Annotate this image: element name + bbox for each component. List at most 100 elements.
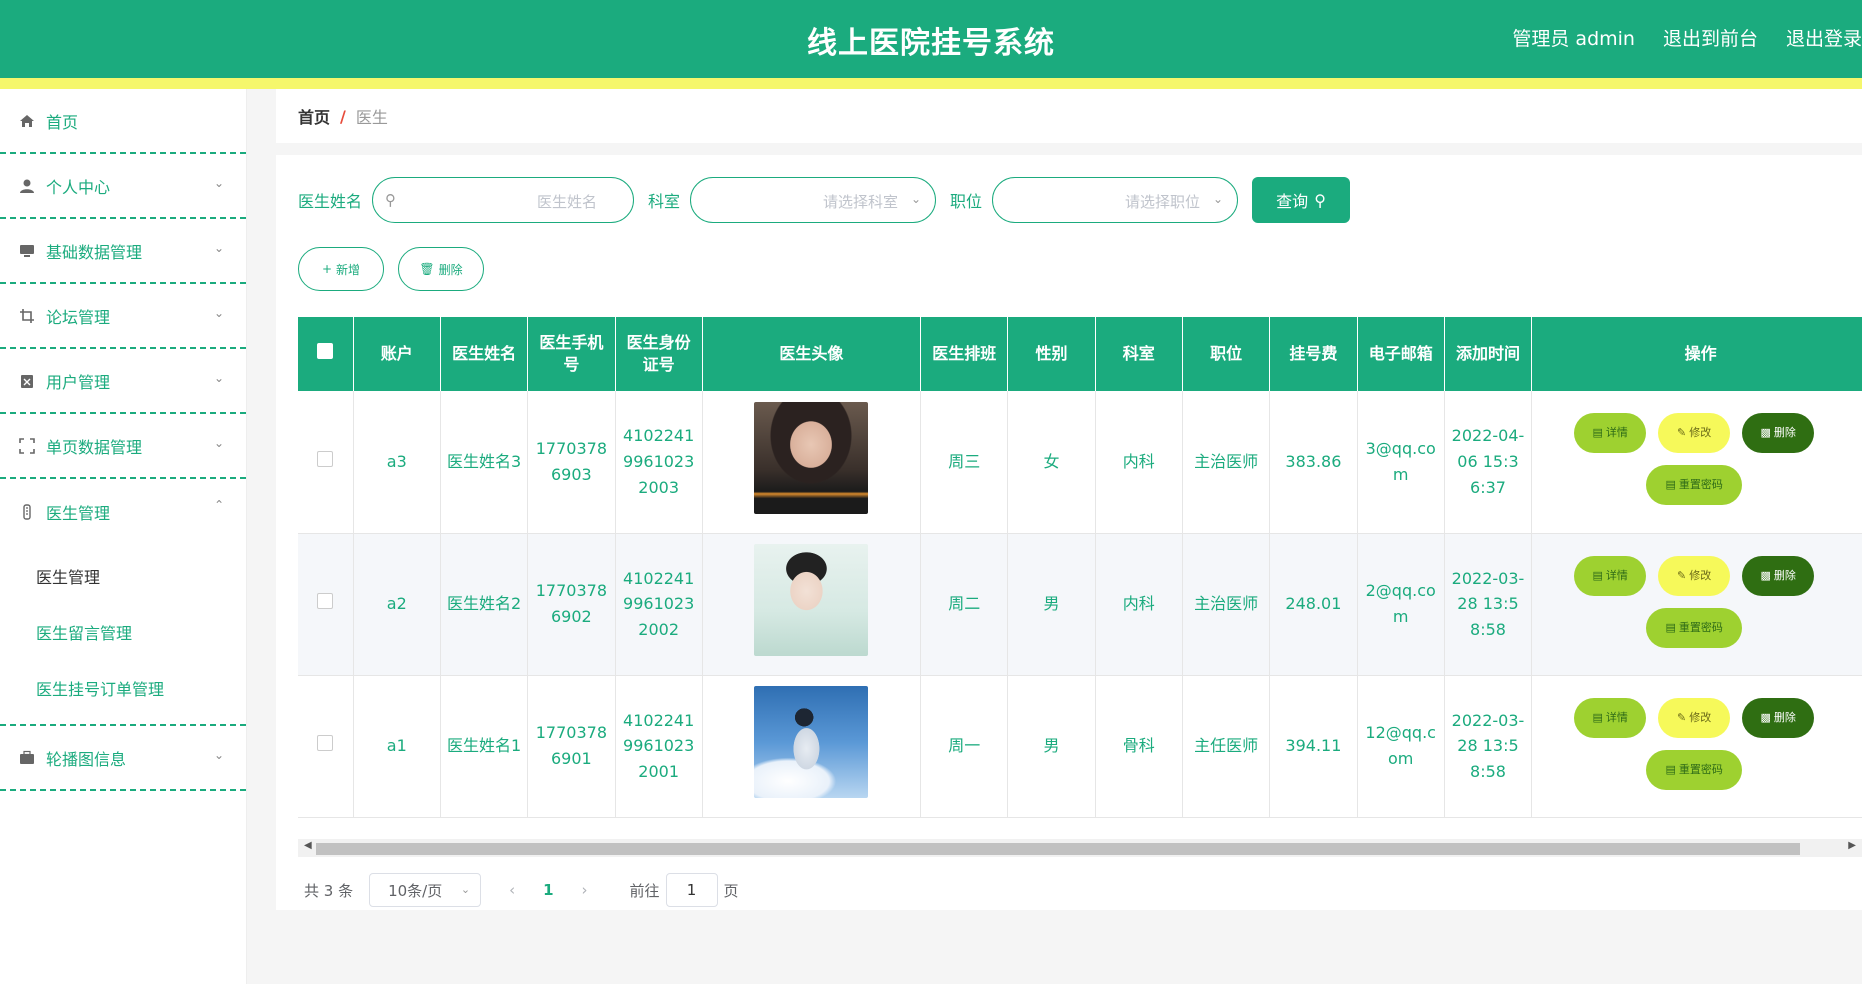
sidebar-item-single-page[interactable]: 单页数据管理 ⌄: [0, 414, 246, 479]
sidebar: 首页 个人中心 ⌄ 基础数据管理 ⌄ 论坛管理 ⌄ 用户管理 ⌄ 单页数据管理 …: [0, 89, 247, 984]
department-cell: 内科: [1095, 391, 1183, 534]
trash-icon: ▩: [1760, 568, 1771, 582]
goto-page-input[interactable]: 1: [665, 873, 718, 907]
department-select[interactable]: 请选择科室 ⌄: [690, 177, 937, 223]
gender-cell: 女: [1007, 391, 1096, 534]
select-all-checkbox[interactable]: [317, 342, 334, 359]
detail-button[interactable]: ▤ 详情: [1574, 555, 1647, 596]
search-icon: ⚲: [1314, 190, 1326, 210]
batch-delete-button[interactable]: 🗑 删除: [398, 247, 484, 291]
horizontal-scrollbar[interactable]: ◀ ▶: [298, 839, 1862, 857]
reset-password-button[interactable]: ▤ 重置密码: [1646, 465, 1743, 505]
page-number-current[interactable]: 1: [543, 881, 553, 899]
edit-label: 修改: [1689, 426, 1712, 440]
schedule-cell: 周一: [920, 675, 1009, 818]
total-count: 共 3 条: [304, 881, 354, 900]
plus-icon: +: [321, 262, 333, 276]
submenu-item-doctor-manage[interactable]: 医生管理: [0, 550, 246, 606]
delete-button[interactable]: ▩ 删除: [1742, 555, 1815, 596]
sidebar-item-label: 单页数据管理: [46, 437, 143, 457]
chevron-down-icon: ⌄: [213, 436, 224, 450]
email-cell: 2@qq.com: [1357, 533, 1445, 676]
chevron-down-icon: ⌄: [213, 306, 224, 320]
add-button[interactable]: + 新增: [298, 247, 384, 291]
edit-button[interactable]: ✎ 修改: [1658, 413, 1731, 453]
idcard-cell: 410224199610232001: [615, 675, 703, 818]
sidebar-item-label: 基础数据管理: [46, 242, 143, 262]
scrollbar-thumb[interactable]: [316, 843, 1800, 855]
logout-link[interactable]: 退出登录: [1786, 24, 1862, 51]
reset-password-button[interactable]: ▤ 重置密码: [1646, 749, 1743, 790]
column-header: 医生手机号: [527, 317, 616, 391]
query-button-label: 查询: [1276, 192, 1309, 211]
column-header: 科室: [1095, 317, 1183, 391]
breadcrumb-home[interactable]: 首页: [298, 104, 330, 128]
table-row: a3 医生姓名3 17703786903 410224199610232003 …: [298, 391, 1862, 534]
detail-label: 详情: [1605, 568, 1628, 582]
delete-button-label: 删除: [438, 262, 463, 277]
doctor-name-placeholder: 医生姓名: [537, 193, 598, 211]
row-checkbox[interactable]: [317, 450, 334, 467]
exit-to-front-link[interactable]: 退出到前台: [1663, 24, 1758, 51]
sidebar-item-basic-data[interactable]: 基础数据管理 ⌄: [0, 219, 246, 284]
scroll-right-icon[interactable]: ▶: [1848, 840, 1856, 851]
sidebar-item-doctors[interactable]: 医生管理 ⌄: [0, 479, 246, 544]
briefcase-icon: [18, 749, 36, 767]
doctor-name-cell: 医生姓名1: [440, 675, 529, 818]
delete-button[interactable]: ▩ 删除: [1742, 697, 1815, 738]
table-header-row: 账户 医生姓名 医生手机号 医生身份证号 医生头像 医生排班 性别 科室 职位 …: [298, 317, 1862, 391]
row-checkbox[interactable]: [317, 593, 334, 610]
reset-password-label: 重置密码: [1678, 762, 1723, 776]
goto-label: 前往: [629, 881, 660, 900]
page-unit-label: 页: [723, 881, 739, 900]
sidebar-item-forum[interactable]: 论坛管理 ⌄: [0, 284, 246, 349]
submenu-item-doctor-messages[interactable]: 医生留言管理: [0, 606, 246, 662]
row-checkbox[interactable]: [317, 735, 334, 752]
position-cell: 主治医师: [1182, 391, 1271, 534]
trash-icon: 🗑: [419, 262, 435, 276]
select-all-cell: [298, 317, 354, 391]
sidebar-item-label: 轮播图信息: [46, 749, 127, 769]
row-select-cell: [298, 675, 354, 818]
sidebar-item-home[interactable]: 首页: [0, 89, 246, 154]
column-header: 电子邮箱: [1357, 317, 1445, 391]
position-label: 职位: [950, 192, 983, 211]
sidebar-item-label: 用户管理: [46, 372, 111, 392]
sidebar-item-carousel[interactable]: 轮播图信息 ⌄: [0, 726, 246, 791]
breadcrumb-current: 医生: [355, 108, 388, 127]
pencil-icon: ✎: [1677, 710, 1687, 724]
sidebar-item-personal[interactable]: 个人中心 ⌄: [0, 154, 246, 219]
accent-bar: [0, 78, 1862, 89]
reset-password-button[interactable]: ▤ 重置密码: [1646, 607, 1743, 648]
doctor-name-input[interactable]: ⚲ 医生姓名: [372, 177, 635, 223]
prev-page-icon[interactable]: ‹: [509, 881, 515, 899]
sidebar-item-users[interactable]: 用户管理 ⌄: [0, 349, 246, 414]
chevron-up-icon: ⌄: [213, 497, 224, 511]
scroll-left-icon[interactable]: ◀: [304, 840, 312, 851]
delete-button[interactable]: ▩ 删除: [1742, 413, 1815, 453]
search-bar: 医生姓名 ⚲ 医生姓名 科室 请选择科室 ⌄ 职位 请选择职位 ⌄ 查询 ⚲: [298, 177, 1351, 223]
position-select[interactable]: 请选择职位 ⌄: [992, 177, 1239, 223]
action-buttons: + 新增 🗑 删除: [298, 247, 484, 291]
page-size-select[interactable]: 10条/页 ⌄: [369, 873, 482, 907]
table-row: a2 医生姓名2 17703786902 410224199610232002 …: [298, 533, 1862, 676]
delete-label: 删除: [1773, 568, 1796, 582]
idcard-cell: 410224199610232003: [615, 391, 703, 534]
fee-cell: 248.01: [1269, 533, 1358, 676]
detail-button[interactable]: ▤ 详情: [1574, 413, 1647, 453]
clipboard-icon: [18, 372, 36, 390]
department-cell: 骨科: [1095, 675, 1183, 818]
department-label: 科室: [648, 192, 681, 211]
query-button[interactable]: 查询 ⚲: [1252, 177, 1351, 223]
edit-label: 修改: [1689, 568, 1712, 582]
column-header: 操作: [1531, 317, 1862, 391]
doctor-name-cell: 医生姓名2: [440, 533, 529, 676]
avatar-cell: [702, 391, 922, 534]
reset-password-label: 重置密码: [1678, 478, 1723, 492]
detail-button[interactable]: ▤ 详情: [1574, 697, 1647, 738]
document-icon: ▤: [1592, 710, 1603, 724]
edit-button[interactable]: ✎ 修改: [1658, 555, 1731, 596]
submenu-item-doctor-orders[interactable]: 医生挂号订单管理: [0, 662, 246, 718]
next-page-icon[interactable]: ›: [582, 881, 588, 899]
edit-button[interactable]: ✎ 修改: [1658, 697, 1731, 738]
